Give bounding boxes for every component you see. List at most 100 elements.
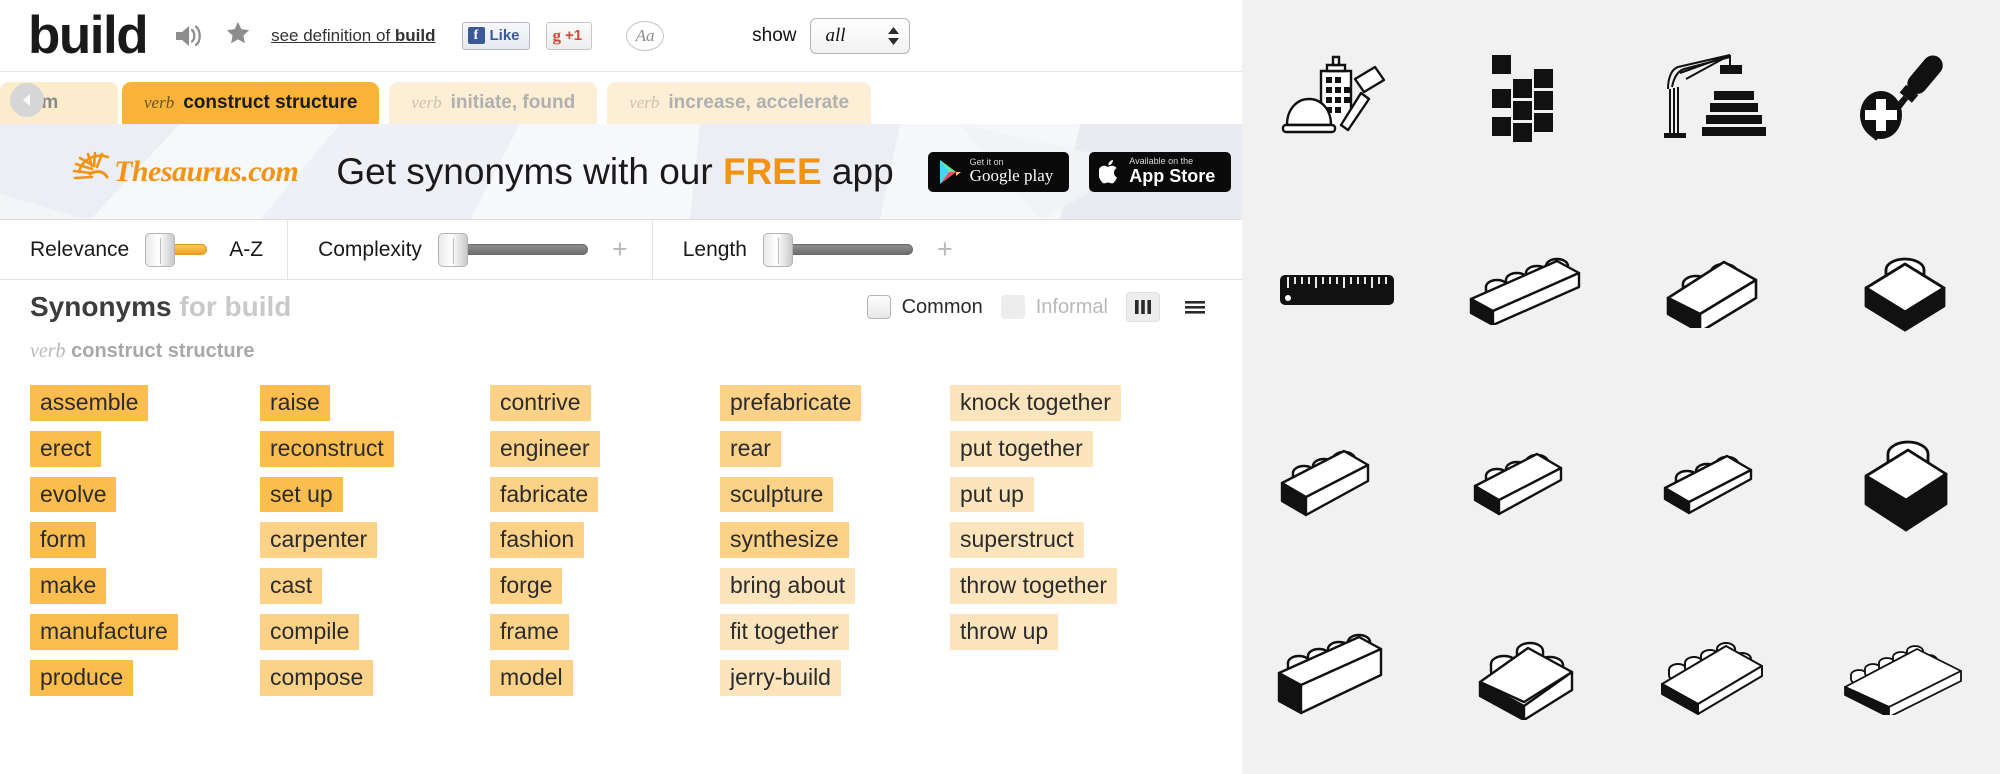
synonym-chip[interactable]: jerry-build — [720, 659, 841, 696]
slider-length-plus-icon[interactable]: + — [937, 236, 953, 263]
synonym-chip[interactable]: compose — [260, 659, 374, 696]
synonym-chip[interactable]: prefabricate — [720, 385, 862, 421]
google-plus-button[interactable]: g +1 — [545, 21, 593, 50]
list-view-icon[interactable] — [1178, 292, 1212, 322]
sense-tab-initiate-found[interactable]: verb initiate, found — [389, 82, 598, 124]
image-cell[interactable] — [1811, 194, 2000, 388]
slider-relevance-label: Relevance — [30, 237, 130, 261]
google-play-badge[interactable]: Get it on Google play — [927, 151, 1070, 192]
synonym-chip[interactable]: assemble — [30, 385, 149, 421]
checkbox-icon[interactable] — [866, 295, 891, 319]
synonym-column: contrive engineer fabricate fashion forg… — [490, 385, 720, 696]
lego-plate-2x4-icon — [1660, 642, 1763, 716]
synonym-chip[interactable]: rear — [720, 430, 781, 467]
synonym-chip[interactable]: fabricate — [490, 476, 599, 513]
image-cell[interactable] — [1811, 0, 2000, 194]
synonym-chip[interactable]: reconstruct — [260, 430, 394, 467]
image-cell[interactable] — [1621, 387, 1811, 581]
slider-complexity-track[interactable] — [437, 232, 588, 267]
slider-relevance: Relevance A-Z — [0, 220, 287, 280]
show-select[interactable]: all — [810, 17, 911, 54]
synonym-chip[interactable]: raise — [260, 385, 330, 421]
slider-relevance-track[interactable] — [145, 232, 208, 267]
font-size-icon[interactable]: Aa — [626, 20, 665, 51]
speaker-icon[interactable] — [173, 23, 203, 49]
common-checkbox-label: Common — [901, 295, 983, 318]
image-cell[interactable] — [1432, 194, 1622, 388]
synonym-chip[interactable]: form — [30, 522, 96, 559]
synonym-chip[interactable]: put up — [950, 476, 1034, 513]
checkbox-icon[interactable] — [1000, 295, 1025, 319]
app-store-badge[interactable]: Available on the App Store — [1089, 151, 1232, 192]
synonym-chip[interactable]: throw up — [950, 614, 1059, 650]
synonym-chip[interactable]: produce — [30, 659, 134, 696]
image-cell[interactable] — [1242, 581, 1432, 774]
image-cell[interactable] — [1432, 387, 1622, 581]
headword: build — [28, 6, 149, 65]
synonym-chip[interactable]: forge — [490, 568, 563, 605]
synonym-chip[interactable]: put together — [950, 430, 1093, 467]
synonym-chip[interactable]: fit together — [720, 614, 849, 650]
sense-tab-increase-accelerate[interactable]: verb increase, accelerate — [607, 82, 872, 124]
synonym-chip[interactable]: throw together — [950, 568, 1118, 605]
synonym-chip[interactable]: compile — [260, 614, 360, 650]
informal-checkbox[interactable]: Informal — [1000, 295, 1108, 319]
show-filter: show all — [752, 17, 911, 54]
synonym-columns: assemble erect evolve form make manufact… — [0, 363, 1242, 696]
see-definition-link[interactable]: see definition of build — [271, 26, 435, 46]
synonym-chip[interactable]: sculpture — [720, 476, 834, 513]
image-cell[interactable] — [1432, 0, 1622, 194]
synonym-chip[interactable]: synthesize — [720, 522, 849, 559]
synonym-chip[interactable]: manufacture — [30, 614, 178, 650]
banner-text-before: Get synonyms with our — [336, 150, 723, 192]
image-cell[interactable] — [1621, 0, 1811, 194]
lego-brick-1x3-icon — [1474, 452, 1563, 515]
synonym-chip[interactable]: make — [30, 568, 107, 605]
synonym-chip[interactable]: superstruct — [950, 522, 1084, 559]
common-checkbox[interactable]: Common — [866, 295, 983, 319]
image-cell[interactable] — [1621, 581, 1811, 774]
sense-tab-construct-structure[interactable]: verb construct structure — [122, 82, 380, 124]
image-cell[interactable] — [1242, 194, 1432, 388]
banner-text: Get synonyms with our FREE app — [336, 151, 893, 193]
slider-length-handle[interactable] — [762, 232, 793, 267]
synonym-chip[interactable]: erect — [30, 430, 102, 467]
slider-complexity-handle[interactable] — [437, 232, 468, 267]
tabs-scroll-left-button[interactable] — [10, 83, 44, 117]
synonym-chip[interactable]: knock together — [950, 385, 1121, 421]
synonym-chip[interactable]: model — [490, 659, 573, 696]
image-cell[interactable] — [1432, 581, 1622, 774]
star-icon[interactable] — [225, 20, 251, 51]
image-cell[interactable] — [1242, 0, 1432, 194]
facebook-like-button[interactable]: f Like — [461, 21, 530, 50]
image-cell[interactable] — [1811, 581, 2000, 774]
image-cell[interactable] — [1242, 387, 1432, 581]
slider-complexity-plus-icon[interactable]: + — [612, 236, 628, 263]
app-promo-banner[interactable]: Thesaurus.com Get synonyms with our FREE… — [0, 124, 1242, 220]
image-cell[interactable] — [1811, 387, 2000, 581]
synonyms-title: Synonyms for build — [30, 291, 291, 323]
image-cell[interactable] — [1621, 194, 1811, 388]
synonym-chip[interactable]: frame — [490, 614, 569, 650]
columns-view-icon[interactable] — [1126, 292, 1160, 322]
sense-text: construct structure — [71, 340, 255, 362]
lego-brick-2x2-icon — [1479, 642, 1574, 721]
lego-brick-1x3-flat-icon — [1663, 454, 1752, 514]
synonym-chip[interactable]: set up — [260, 476, 343, 513]
synonym-chip[interactable]: evolve — [30, 476, 117, 513]
sense-tab-pos: verb — [629, 93, 660, 112]
slider-relevance-handle[interactable] — [145, 232, 176, 267]
synonym-chip[interactable]: engineer — [490, 430, 600, 467]
google-plus-label: +1 — [565, 27, 583, 44]
slider-length-track[interactable] — [762, 232, 913, 267]
slider-complexity-label: Complexity — [318, 237, 422, 261]
informal-checkbox-label: Informal — [1035, 295, 1108, 318]
synonym-chip[interactable]: fashion — [490, 522, 585, 559]
synonym-chip[interactable]: bring about — [720, 568, 856, 605]
sense-label: verb construct structure — [0, 334, 1242, 363]
synonym-chip[interactable]: carpenter — [260, 522, 378, 559]
synonym-chip[interactable]: cast — [260, 568, 323, 605]
sense-tabs: rm verb construct structure verb initiat… — [0, 72, 1242, 124]
synonym-chip[interactable]: contrive — [490, 385, 591, 421]
facebook-icon: f — [467, 27, 485, 44]
